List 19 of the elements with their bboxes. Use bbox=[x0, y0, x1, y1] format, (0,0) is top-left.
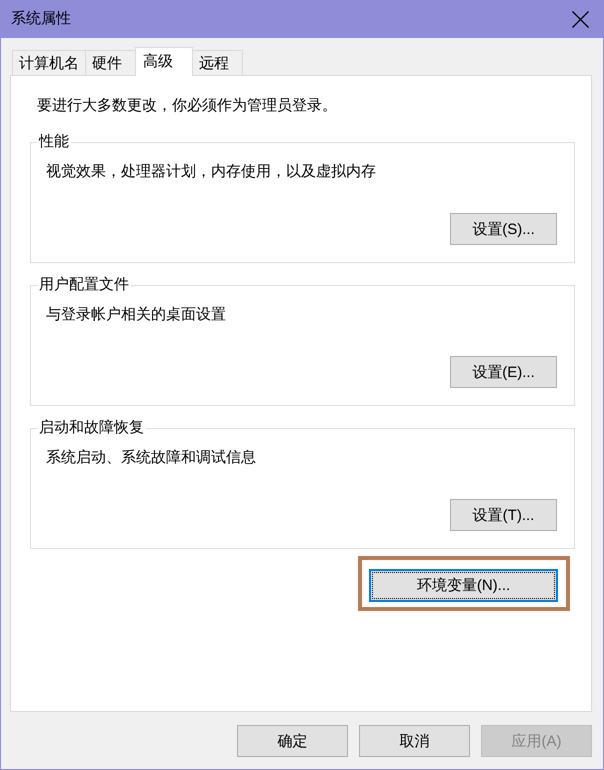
notice-text: 要进行大多数更改，你必须作为管理员登录。 bbox=[37, 96, 338, 116]
group-description: 与登录帐户相关的桌面设置 bbox=[46, 305, 227, 325]
group-title: 启动和故障恢复 bbox=[38, 418, 145, 438]
tab[interactable]: 计算机名 bbox=[12, 50, 85, 75]
dialog-button[interactable]: 取消 bbox=[359, 725, 470, 757]
settings-button[interactable]: 设置(E)... bbox=[450, 356, 557, 388]
tab[interactable]: 硬件 bbox=[85, 50, 135, 75]
group-title: 性能 bbox=[38, 132, 70, 152]
group-description: 系统启动、系统故障和调试信息 bbox=[46, 448, 257, 468]
window-title: 系统属性 bbox=[10, 9, 71, 29]
settings-button[interactable]: 设置(T)... bbox=[450, 499, 557, 531]
group-title: 用户配置文件 bbox=[38, 275, 130, 295]
settings-button[interactable]: 设置(S)... bbox=[450, 213, 557, 245]
group-description: 视觉效果，处理器计划，内存使用，以及虚拟内存 bbox=[46, 162, 377, 182]
tab[interactable]: 高级 bbox=[135, 47, 193, 76]
tab[interactable]: 远程 bbox=[193, 50, 243, 75]
environment-variables-button[interactable]: 环境变量(N)... bbox=[369, 569, 558, 602]
close-icon bbox=[572, 10, 588, 28]
dialog-button[interactable]: 确定 bbox=[237, 725, 348, 757]
